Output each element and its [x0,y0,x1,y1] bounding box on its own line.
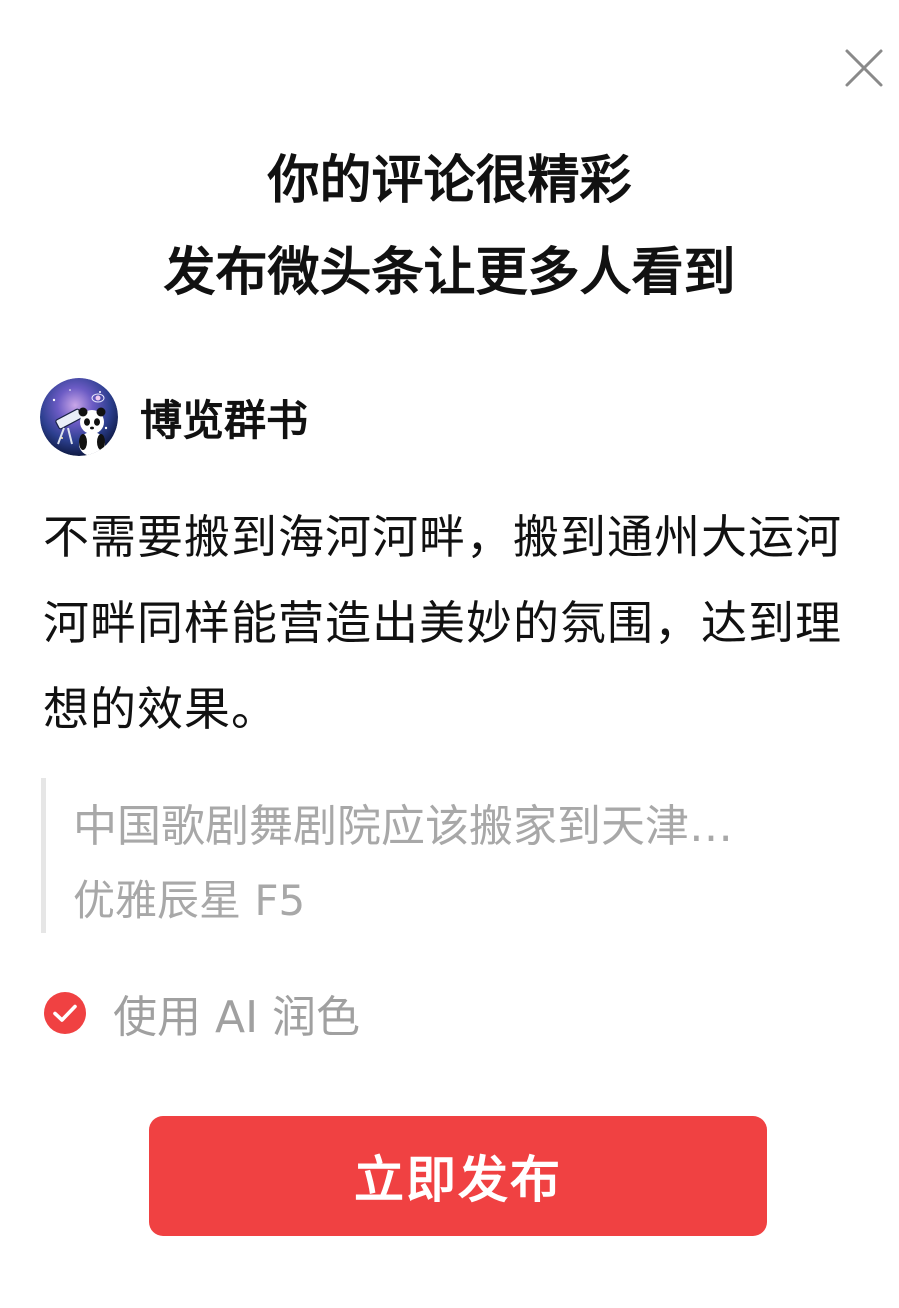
quoted-post-author: 优雅辰星 F5 [73,876,306,925]
panda-avatar-icon [40,378,118,456]
avatar[interactable] [40,378,118,456]
publish-button[interactable]: 立即发布 [149,1116,767,1236]
dialog-title: 你的评论很精彩 发布微头条让更多人看到 [0,135,899,319]
dialog-title-line-1: 你的评论很精彩 [267,151,632,211]
quoted-post-text: 中国歌剧舞剧院应该搬家到天津… [73,801,733,852]
author-name: 博览群书 [140,395,309,445]
close-icon [845,49,883,87]
comment-author: 博览群书 [40,378,308,456]
ai-polish-checkbox[interactable]: 使用 AI 润色 [43,988,360,1043]
dialog-title-line-2: 发布微头条让更多人看到 [163,243,736,303]
comment-text: 不需要搬到海河河畔，搬到通州大运河河畔同样能营造出美妙的氛围，达到理想的效果。 [43,510,842,736]
check-circle-icon [44,992,86,1034]
close-button[interactable] [844,48,884,88]
quoted-post[interactable]: 中国歌剧舞剧院应该搬家到天津… 优雅辰星 F5 [41,778,871,933]
ai-polish-label: 使用 AI 润色 [113,992,361,1043]
